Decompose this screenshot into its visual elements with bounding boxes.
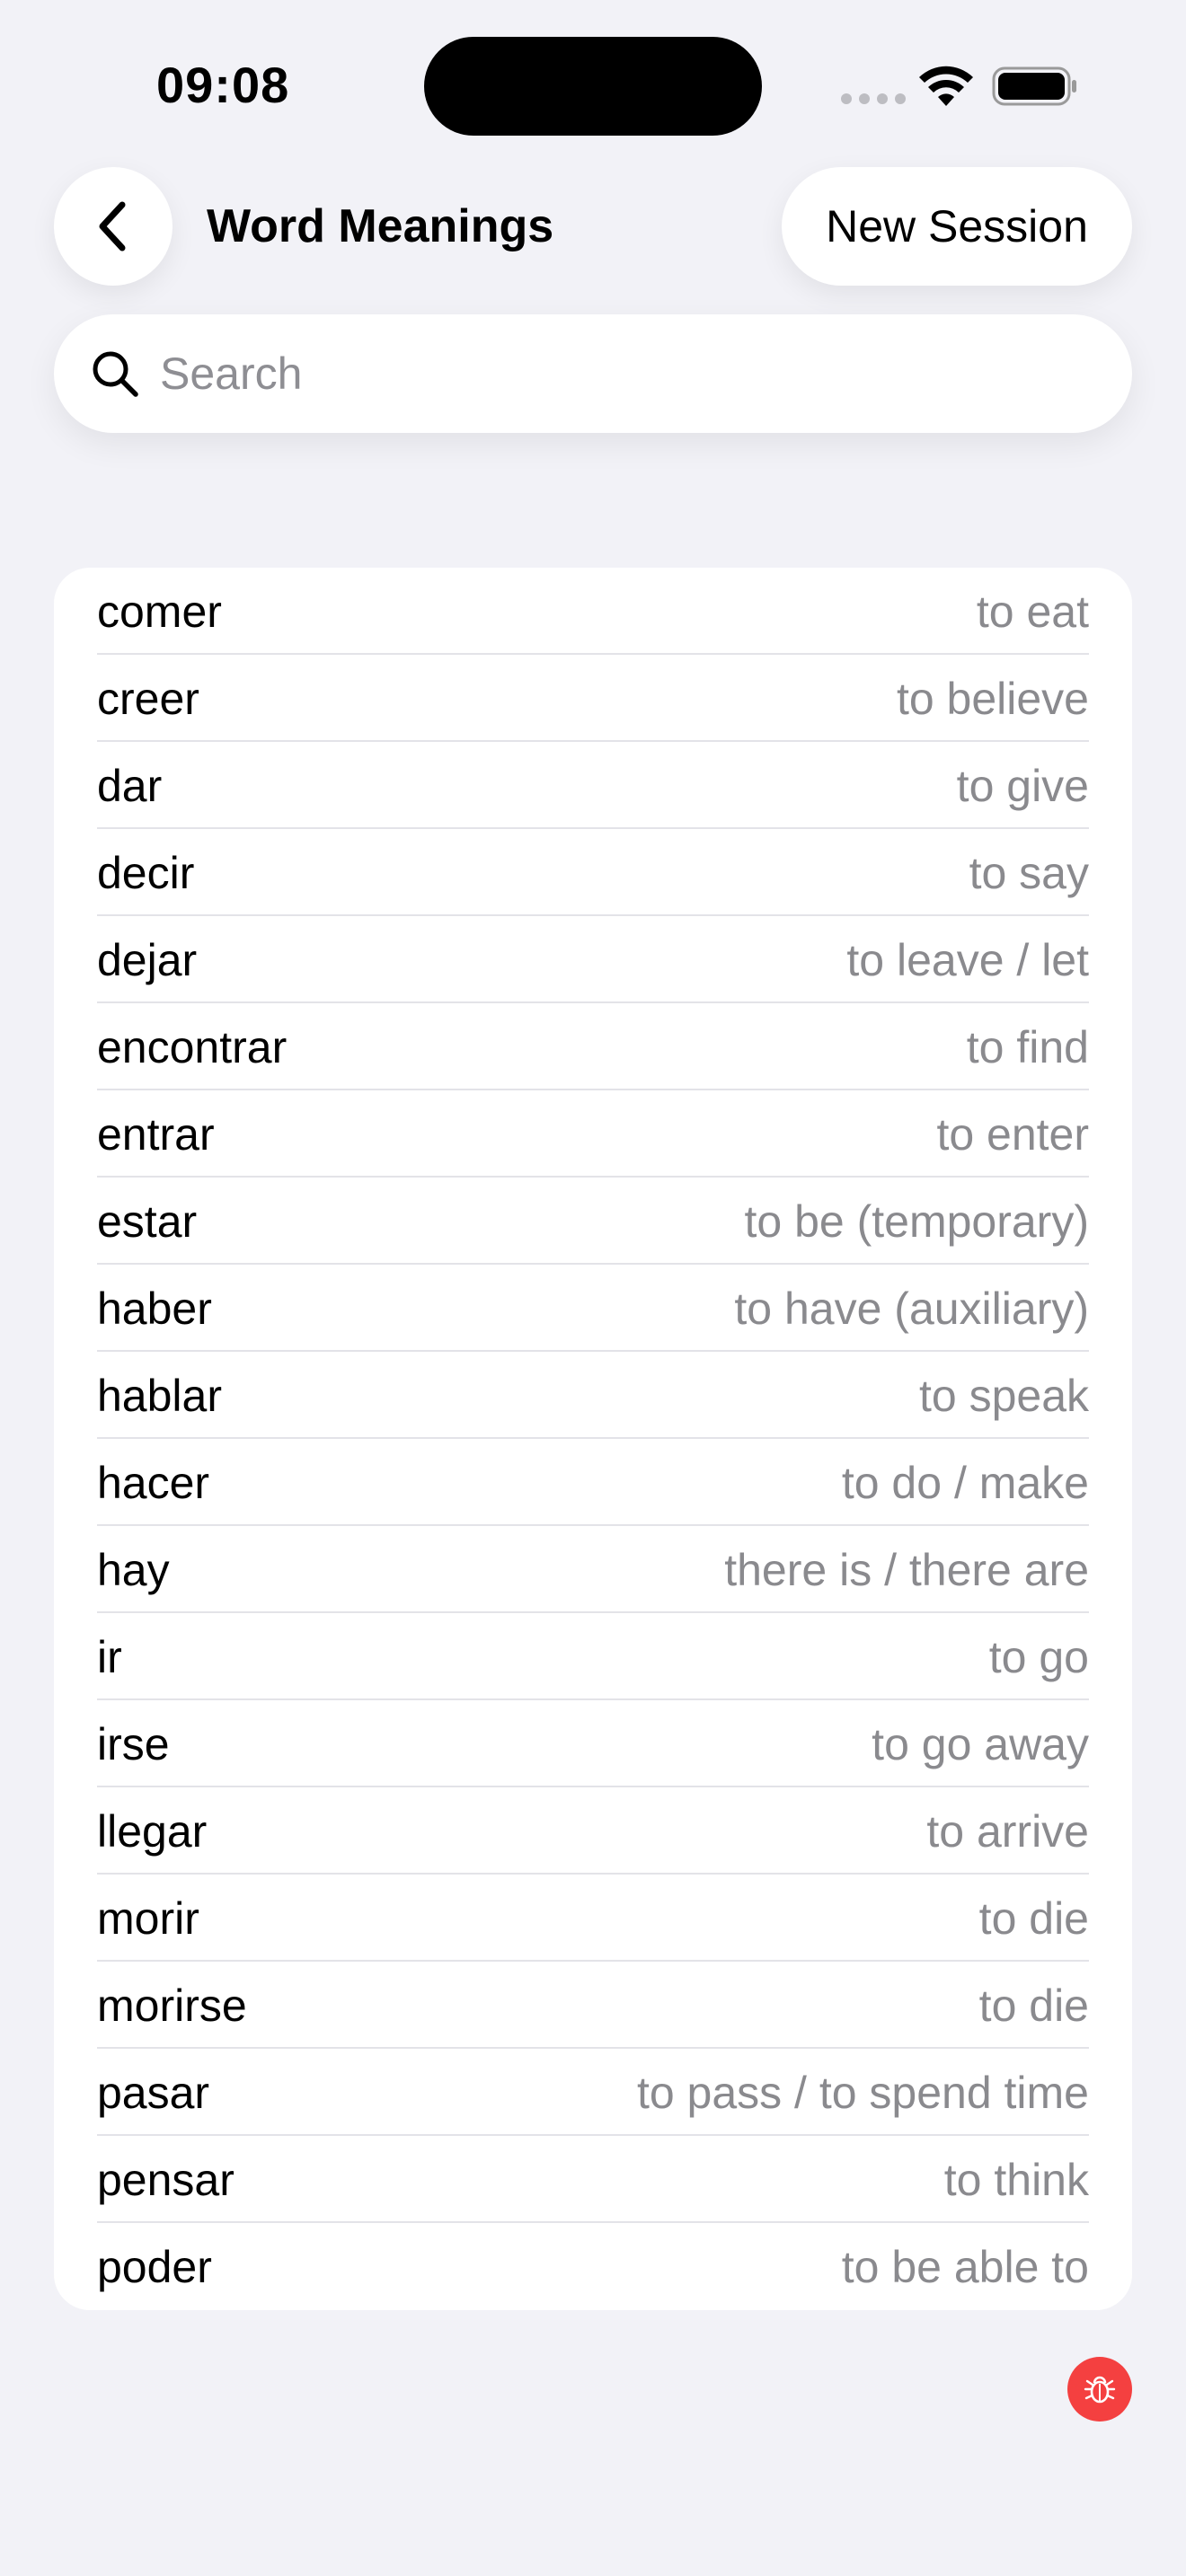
word-label: creer: [97, 673, 199, 724]
bug-icon: [1084, 2376, 1116, 2404]
list-item[interactable]: pensar to think: [54, 2136, 1132, 2223]
page-title: Word Meanings: [207, 200, 554, 252]
search-input[interactable]: [158, 347, 1096, 401]
list-item[interactable]: haber to have (auxiliary): [54, 1265, 1132, 1352]
battery-icon: [992, 66, 1076, 106]
meaning-label: to go: [988, 1631, 1089, 1682]
meaning-label: to say: [969, 847, 1089, 898]
list-item[interactable]: dejar to leave / let: [54, 916, 1132, 1003]
list-item[interactable]: irse to go away: [54, 1700, 1132, 1787]
debug-button[interactable]: [1067, 2357, 1132, 2422]
meaning-label: to die: [978, 1980, 1089, 2031]
word-label: decir: [97, 847, 195, 898]
word-label: estar: [97, 1195, 198, 1247]
word-label: haber: [97, 1283, 212, 1334]
meaning-label: to be able to: [841, 2241, 1089, 2292]
list-item[interactable]: estar to be (temporary): [54, 1178, 1132, 1265]
meaning-label: to pass / to spend time: [636, 2067, 1089, 2118]
meaning-label: to leave / let: [846, 934, 1089, 985]
word-label: pensar: [97, 2154, 235, 2205]
list-item[interactable]: comer to eat: [54, 568, 1132, 655]
new-session-button[interactable]: New Session: [782, 167, 1132, 286]
word-label: pasar: [97, 2067, 210, 2118]
list-item[interactable]: morir to die: [54, 1875, 1132, 1962]
word-label: dar: [97, 760, 163, 811]
list-item[interactable]: hay there is / there are: [54, 1526, 1132, 1613]
screen: 09:08 Word Meanings New Session comer to …: [0, 0, 1186, 2576]
wifi-icon: [919, 66, 973, 106]
list-item[interactable]: dar to give: [54, 742, 1132, 829]
meaning-label: to give: [956, 760, 1089, 811]
chevron-left-icon: [99, 201, 126, 251]
meaning-label: to die: [978, 1892, 1089, 1944]
list-item[interactable]: llegar to arrive: [54, 1787, 1132, 1875]
word-list: comer to eat creer to believe dar to give deci…: [54, 568, 1132, 2310]
list-item[interactable]: poder to be able to: [54, 2223, 1132, 2310]
list-item[interactable]: entrar to enter: [54, 1090, 1132, 1178]
word-label: encontrar: [97, 1021, 288, 1072]
list-item[interactable]: hablar to speak: [54, 1352, 1132, 1439]
word-label: irse: [97, 1718, 170, 1769]
meaning-label: to believe: [896, 673, 1089, 724]
list-item[interactable]: creer to believe: [54, 655, 1132, 742]
word-label: hablar: [97, 1370, 222, 1421]
status-time: 09:08: [156, 57, 290, 113]
word-label: morir: [97, 1892, 199, 1944]
word-label: llegar: [97, 1805, 208, 1857]
back-button[interactable]: [54, 167, 173, 286]
meaning-label: to go away: [872, 1718, 1089, 1769]
meaning-label: to eat: [976, 586, 1089, 637]
meaning-label: to arrive: [926, 1805, 1089, 1857]
list-item[interactable]: hacer to do / make: [54, 1439, 1132, 1526]
cellular-signal-icon: [841, 93, 906, 104]
dynamic-island: [424, 37, 762, 136]
meaning-label: to do / make: [841, 1457, 1089, 1508]
word-label: morirse: [97, 1980, 247, 2031]
meaning-label: to think: [943, 2154, 1089, 2205]
meaning-label: to find: [966, 1021, 1089, 1072]
search-icon: [93, 351, 138, 397]
word-label: ir: [97, 1631, 122, 1682]
word-label: entrar: [97, 1108, 215, 1160]
list-item[interactable]: decir to say: [54, 829, 1132, 916]
meaning-label: to enter: [936, 1108, 1089, 1160]
search-bar[interactable]: [54, 314, 1132, 433]
list-item[interactable]: ir to go: [54, 1613, 1132, 1700]
list-item[interactable]: morirse to die: [54, 1962, 1132, 2049]
word-label: poder: [97, 2241, 212, 2292]
word-label: comer: [97, 586, 222, 637]
word-label: dejar: [97, 934, 198, 985]
word-label: hacer: [97, 1457, 210, 1508]
meaning-label: to speak: [918, 1370, 1089, 1421]
list-item[interactable]: pasar to pass / to spend time: [54, 2049, 1132, 2136]
meaning-label: to be (temporary): [744, 1195, 1089, 1247]
list-item[interactable]: encontrar to find: [54, 1003, 1132, 1090]
word-label: hay: [97, 1544, 170, 1595]
meaning-label: to have (auxiliary): [734, 1283, 1089, 1334]
meaning-label: there is / there are: [724, 1544, 1089, 1595]
